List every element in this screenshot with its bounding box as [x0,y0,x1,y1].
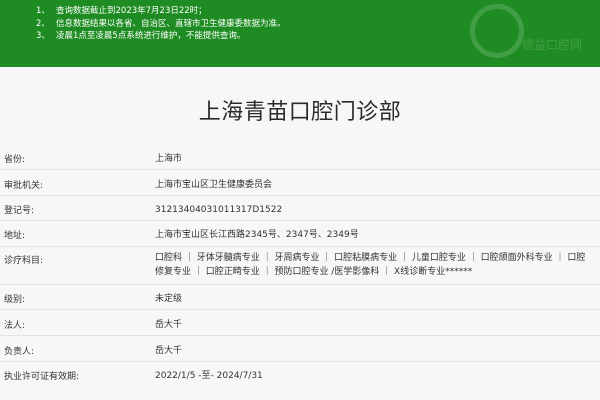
info-row-address: 地址: 上海市宝山区长江西路2345号、2347号、2349号 [0,221,600,247]
info-row-registration-number: 登记号: 31213404031011317D1522 [0,196,600,221]
tooth-logo-icon [470,4,524,58]
person-in-charge-value: 岳大千 [155,346,183,356]
departments-label: 诊疗科目: [4,256,44,266]
clinic-info-table: 省份: 上海市 审批机关: 上海市宝山区卫生健康委员会 登记号: 3121340… [0,144,600,386]
notice-line-2-number: 2、 [36,18,50,29]
notice-banner: 1、 查询数据截止到2023年7月23日22时； 2、 信息数据结果以各省、自治区、… [0,0,600,67]
address-label: 地址: [4,231,26,241]
info-row-person-in-charge: 负责人: 岳大千 [0,336,600,362]
notice-line-3-text: 凌晨1点至凌晨5点系统进行维护，不能提供查询。 [56,31,246,41]
license-validity-value: 2022/1/5 -至- 2024/7/31 [155,371,263,381]
info-row-level: 级别: 未定级 [0,285,600,310]
license-validity-label: 执业许可证有效期: [4,372,80,382]
province-value: 上海市 [155,154,183,164]
watermark-logo: 德益口腔网 [470,4,590,62]
level-value: 未定级 [155,294,183,304]
info-row-approval-authority: 审批机关: 上海市宝山区卫生健康委员会 [0,170,600,196]
legal-person-value: 岳大千 [155,320,183,330]
notice-line-1-text: 查询数据截止到2023年7月23日22时； [56,6,207,16]
level-label: 级别: [4,295,26,305]
info-row-license-validity: 执业许可证有效期: 2022/1/5 -至- 2024/7/31 [0,362,600,386]
departments-value: 口腔科 ｜ 牙体牙髓病专业 ｜ 牙周病专业 ｜ 口腔粘膜病专业 ｜ 儿童口腔专业… [155,253,586,277]
notice-line-1-number: 1、 [36,6,50,16]
person-in-charge-label: 负责人: [4,347,35,357]
clinic-title: 上海青苗口腔门诊部 [198,100,402,125]
info-row-legal-person: 法人: 岳大千 [0,310,600,336]
registration-number-label: 登记号: [4,206,35,216]
legal-person-label: 法人: [4,321,26,331]
clinic-info-panel: 上海青苗口腔门诊部 省份: 上海市 审批机关: 上海市宝山区卫生健康委员会 登记… [0,67,600,400]
province-label: 省份: [4,155,26,165]
notice-line-2-text: 信息数据结果以各省、自治区、直辖市卫生健康委数据为准。 [56,18,286,29]
approval-authority-value: 上海市宝山区卫生健康委员会 [155,180,273,190]
address-value: 上海市宝山区长江西路2345号、2347号、2349号 [155,230,359,240]
registration-number-value: 31213404031011317D1522 [155,205,283,215]
info-row-departments: 诊疗科目: 口腔科 ｜ 牙体牙髓病专业 ｜ 牙周病专业 ｜ 口腔粘膜病专业 ｜ … [0,247,600,285]
watermark-text: 德益口腔网 [522,38,583,52]
notice-line-3-number: 3、 [36,31,50,41]
info-row-province: 省份: 上海市 [0,144,600,170]
approval-authority-label: 审批机关: [4,181,44,191]
